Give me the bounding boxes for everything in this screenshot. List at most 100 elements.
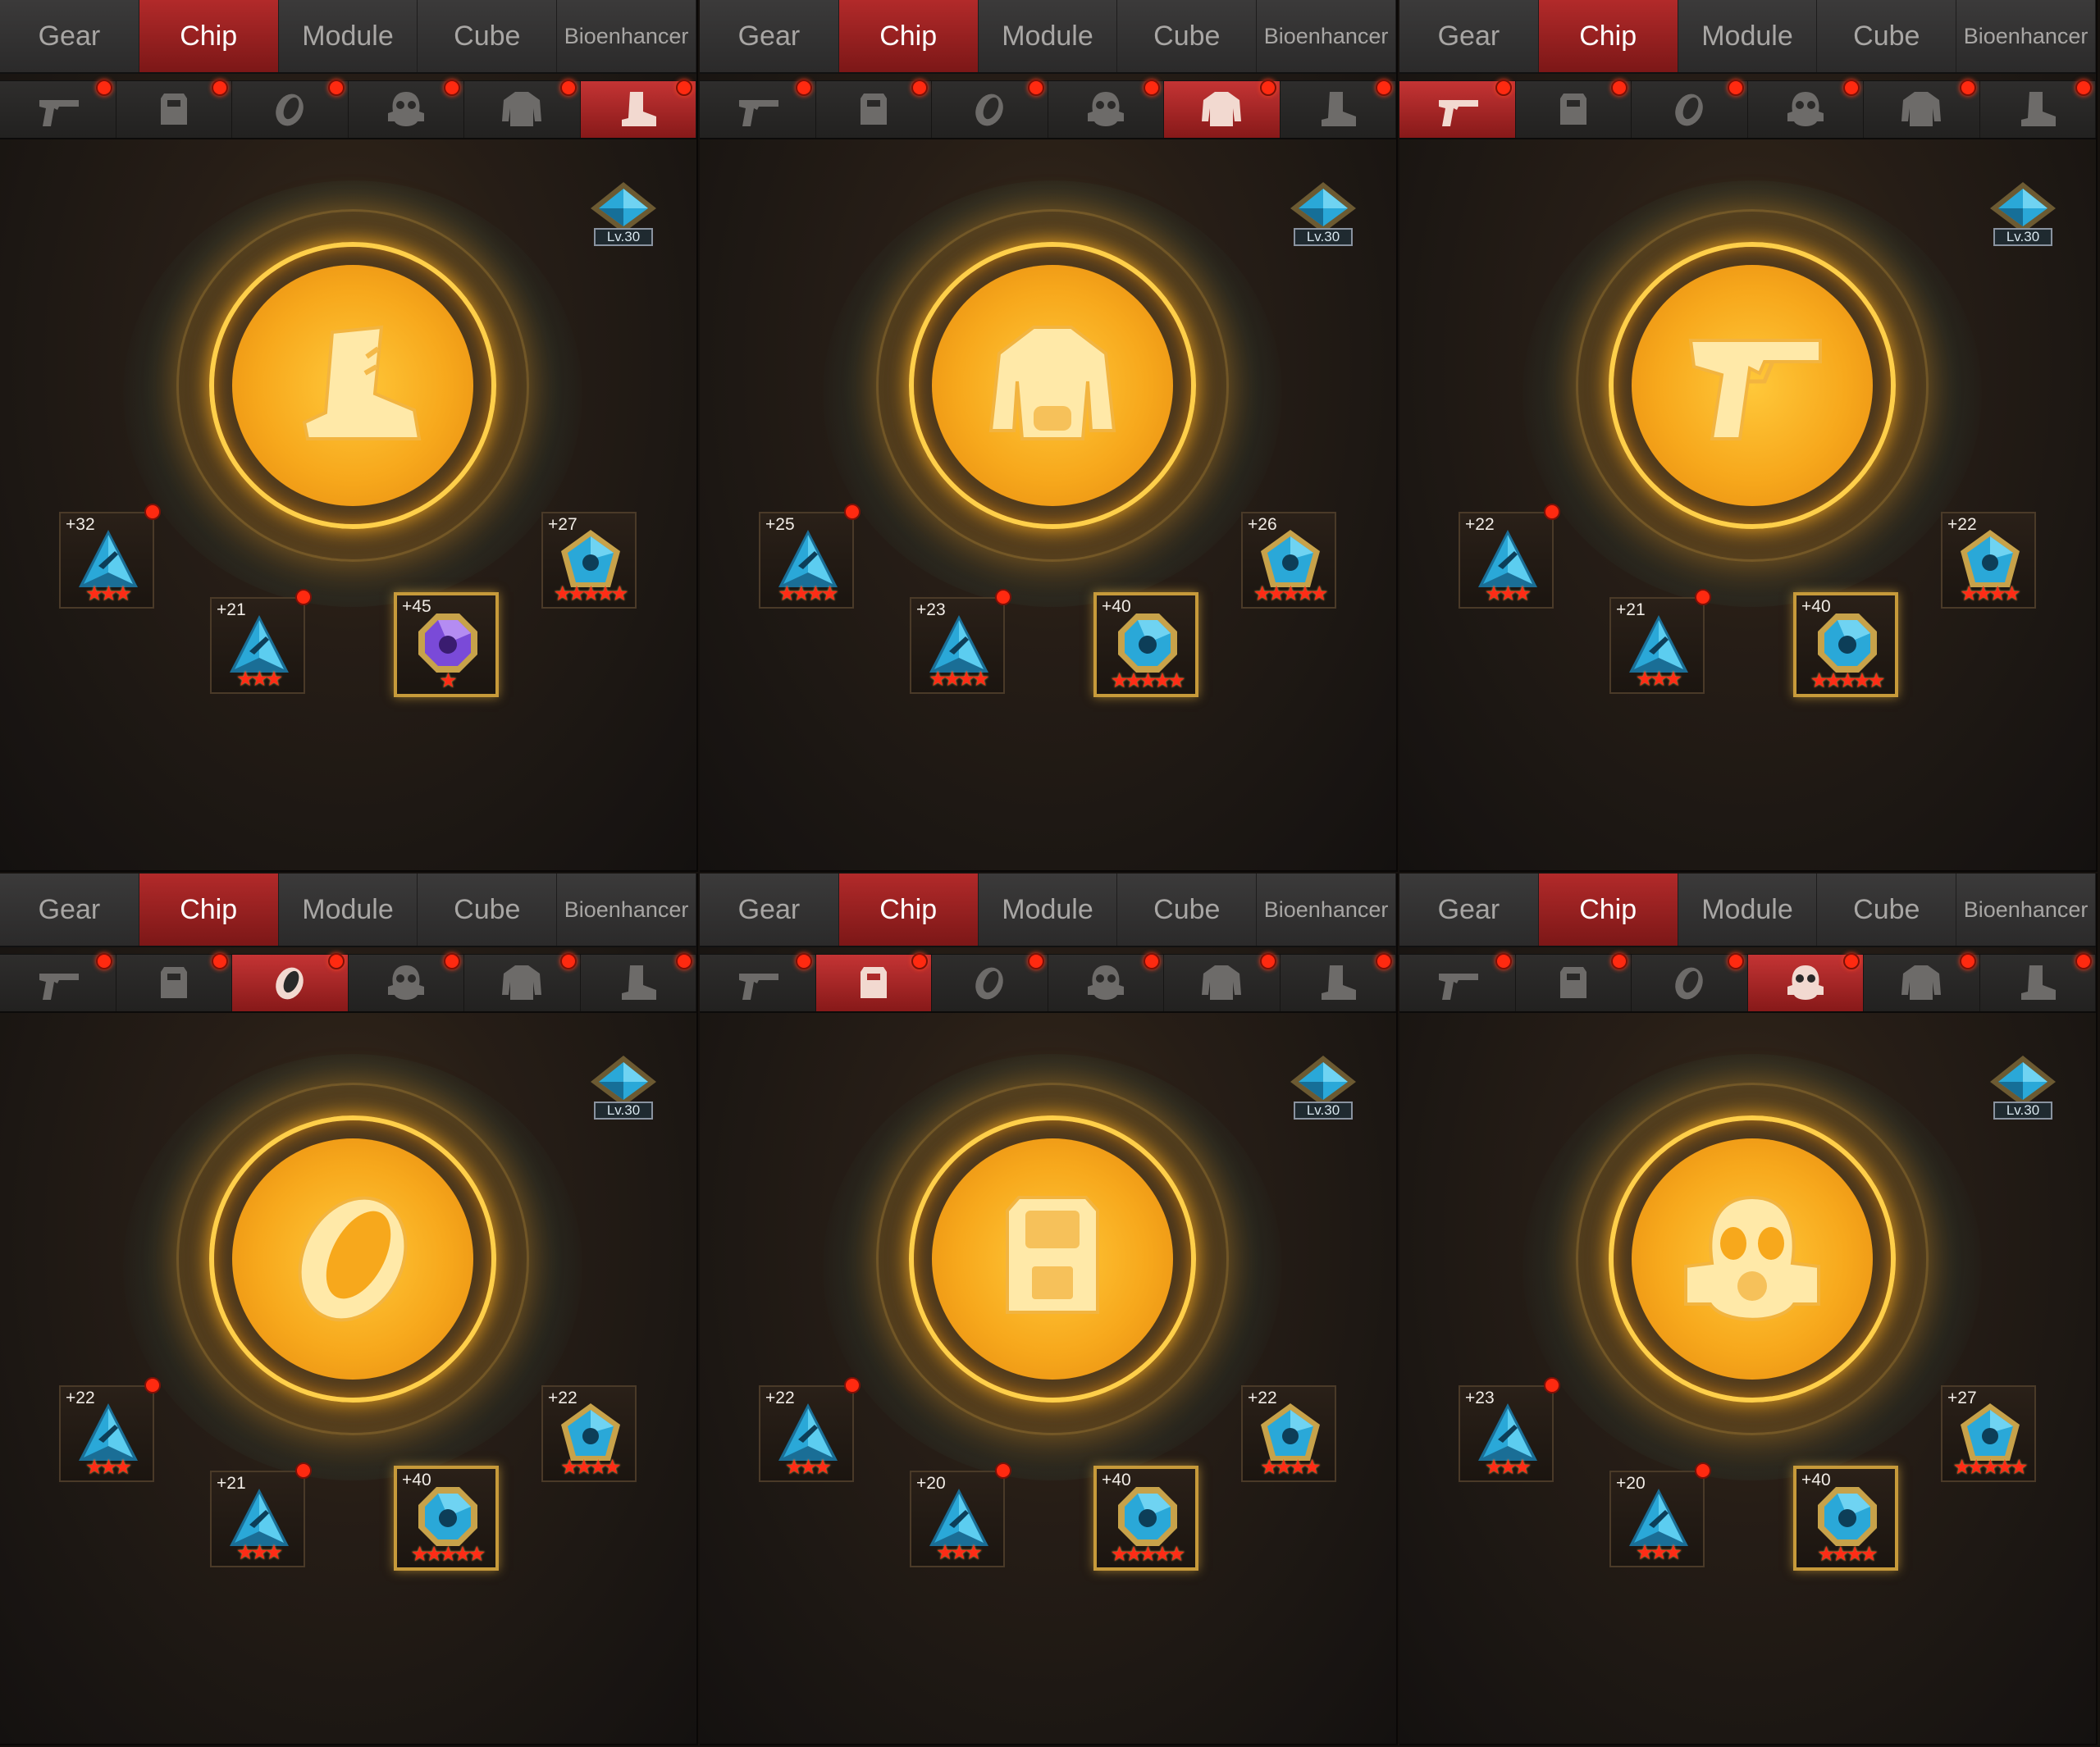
slot-gas-mask[interactable] (1048, 953, 1164, 1011)
tab-module[interactable]: Module (1678, 874, 1818, 946)
level-badge[interactable]: Lv.30 (584, 1052, 663, 1126)
slot-vest[interactable] (1516, 953, 1632, 1011)
slot-jacket[interactable] (464, 80, 581, 138)
tab-module[interactable]: Module (279, 0, 418, 72)
slot-ring[interactable] (1632, 953, 1748, 1011)
slot-boot[interactable] (1281, 80, 1396, 138)
slot-gas-mask[interactable] (1048, 80, 1164, 138)
slot-pistol[interactable] (0, 80, 116, 138)
tab-chip[interactable]: Chip (1538, 874, 1678, 946)
slot-jacket[interactable] (1164, 953, 1281, 1011)
chip-slot-4[interactable]: +27 ★★★★★ (541, 512, 637, 609)
chip-slot-4[interactable]: +27 ★★★★★ (1941, 1385, 2036, 1482)
slot-pistol[interactable] (1399, 80, 1516, 138)
tab-gear[interactable]: Gear (0, 0, 139, 72)
tab-bioenhancer[interactable]: Bioenhancer (1956, 874, 2096, 946)
slot-pistol[interactable] (700, 953, 816, 1011)
chip-slot-2[interactable]: +20 ★★★ (910, 1462, 1011, 1567)
chip-slot-2[interactable]: +21 ★★★ (210, 589, 312, 694)
tab-chip[interactable]: Chip (1538, 0, 1678, 72)
equipment-core[interactable] (232, 265, 473, 506)
equipment-core[interactable] (232, 1138, 473, 1380)
slot-ring[interactable] (232, 953, 349, 1011)
chip-slot-1[interactable]: +22 ★★★ (759, 1377, 861, 1482)
tab-bioenhancer[interactable]: Bioenhancer (1956, 0, 2096, 72)
slot-pistol[interactable] (700, 80, 816, 138)
chip-slot-4[interactable]: +22 ★★★★ (1941, 512, 2036, 609)
tab-cube[interactable]: Cube (418, 0, 558, 72)
equipment-core[interactable] (932, 1138, 1173, 1380)
slot-pistol[interactable] (1399, 953, 1516, 1011)
tab-module[interactable]: Module (279, 874, 418, 946)
tab-module[interactable]: Module (1678, 0, 1818, 72)
chip-slot-1[interactable]: +22 ★★★ (1459, 504, 1560, 609)
slot-ring[interactable] (932, 80, 1048, 138)
equipment-core[interactable] (932, 265, 1173, 506)
tab-bioenhancer[interactable]: Bioenhancer (1257, 874, 1396, 946)
slot-vest[interactable] (816, 80, 932, 138)
slot-pistol[interactable] (0, 953, 116, 1011)
tab-cube[interactable]: Cube (418, 874, 558, 946)
tab-module[interactable]: Module (979, 874, 1118, 946)
chip-slot-3[interactable]: +40 ★★★★★ (1093, 1466, 1198, 1571)
equipment-core[interactable] (1632, 265, 1873, 506)
slot-vest[interactable] (815, 953, 932, 1011)
tab-gear[interactable]: Gear (1399, 0, 1539, 72)
slot-vest[interactable] (1516, 80, 1632, 138)
level-badge[interactable]: Lv.30 (584, 179, 663, 253)
equipment-core[interactable] (1632, 1138, 1873, 1380)
tab-bioenhancer[interactable]: Bioenhancer (1257, 0, 1396, 72)
slot-vest[interactable] (116, 80, 232, 138)
chip-slot-2[interactable]: +21 ★★★ (1609, 589, 1711, 694)
chip-slot-3[interactable]: +40 ★★★★★ (1793, 592, 1898, 697)
chip-slot-1[interactable]: +25 ★★★★ (759, 504, 861, 609)
tab-chip[interactable]: Chip (838, 874, 979, 946)
slot-ring[interactable] (932, 953, 1048, 1011)
level-badge[interactable]: Lv.30 (1984, 1052, 2062, 1126)
slot-gas-mask[interactable] (1748, 80, 1864, 138)
tab-cube[interactable]: Cube (1817, 0, 1957, 72)
chip-slot-1[interactable]: +32 ★★★ (59, 504, 161, 609)
level-badge[interactable]: Lv.30 (1284, 1052, 1363, 1126)
slot-jacket[interactable] (1864, 80, 1980, 138)
tab-gear[interactable]: Gear (700, 874, 839, 946)
chip-slot-2[interactable]: +23 ★★★★ (910, 589, 1011, 694)
tab-cube[interactable]: Cube (1117, 874, 1258, 946)
chip-slot-1[interactable]: +23 ★★★ (1459, 1377, 1560, 1482)
chip-slot-4[interactable]: +26 ★★★★★ (1241, 512, 1336, 609)
tab-bioenhancer[interactable]: Bioenhancer (557, 874, 696, 946)
chip-slot-4[interactable]: +22 ★★★★ (541, 1385, 637, 1482)
slot-jacket[interactable] (464, 953, 581, 1011)
slot-gas-mask[interactable] (349, 80, 464, 138)
chip-slot-2[interactable]: +21 ★★★ (210, 1462, 312, 1567)
slot-vest[interactable] (116, 953, 232, 1011)
tab-module[interactable]: Module (979, 0, 1118, 72)
tab-chip[interactable]: Chip (139, 874, 279, 946)
tab-chip[interactable]: Chip (139, 0, 279, 72)
slot-jacket[interactable] (1864, 953, 1980, 1011)
chip-slot-1[interactable]: +22 ★★★ (59, 1377, 161, 1482)
tab-cube[interactable]: Cube (1117, 0, 1258, 72)
level-badge[interactable]: Lv.30 (1284, 179, 1363, 253)
slot-boot[interactable] (581, 953, 696, 1011)
slot-boot[interactable] (1281, 953, 1396, 1011)
chip-slot-3[interactable]: +45 ★ (394, 592, 499, 697)
chip-slot-3[interactable]: +40 ★★★★★ (1093, 592, 1198, 697)
tab-bioenhancer[interactable]: Bioenhancer (557, 0, 696, 72)
chip-slot-3[interactable]: +40 ★★★★★ (394, 1466, 499, 1571)
chip-slot-2[interactable]: +20 ★★★ (1609, 1462, 1711, 1567)
tab-gear[interactable]: Gear (0, 874, 139, 946)
tab-gear[interactable]: Gear (1399, 874, 1539, 946)
chip-slot-4[interactable]: +22 ★★★★ (1241, 1385, 1336, 1482)
chip-slot-3[interactable]: +40 ★★★★ (1793, 1466, 1898, 1571)
slot-ring[interactable] (232, 80, 349, 138)
slot-gas-mask[interactable] (349, 953, 464, 1011)
slot-gas-mask[interactable] (1747, 953, 1864, 1011)
slot-boot[interactable] (1980, 953, 2096, 1011)
slot-ring[interactable] (1632, 80, 1748, 138)
tab-cube[interactable]: Cube (1817, 874, 1957, 946)
slot-boot[interactable] (1980, 80, 2096, 138)
tab-gear[interactable]: Gear (700, 0, 839, 72)
level-badge[interactable]: Lv.30 (1984, 179, 2062, 253)
tab-chip[interactable]: Chip (838, 0, 979, 72)
